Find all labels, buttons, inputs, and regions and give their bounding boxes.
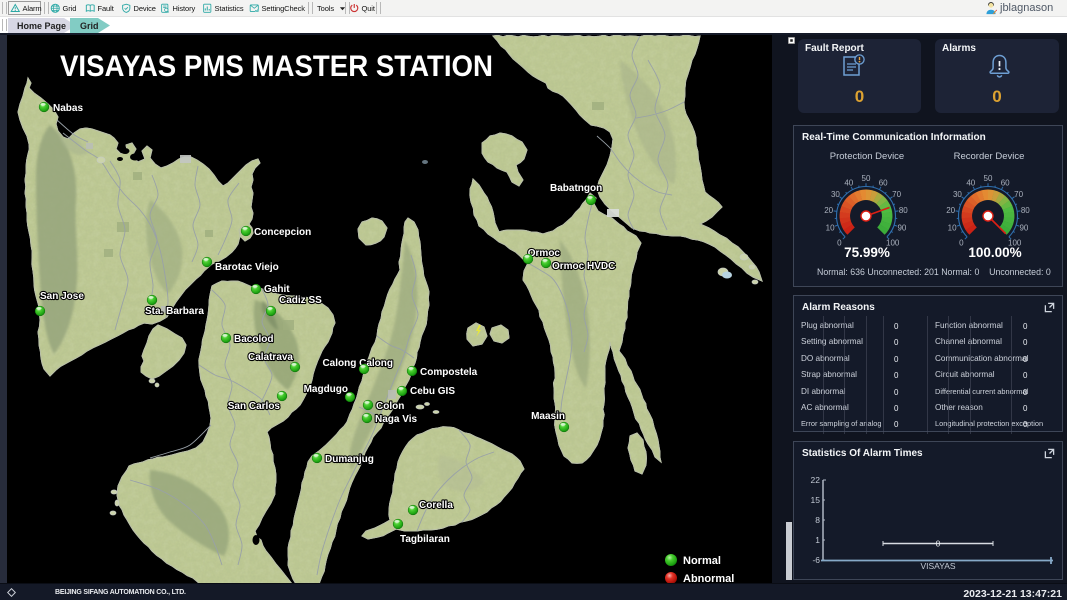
svg-text:20: 20 [824,206,833,215]
svg-text:40: 40 [844,178,853,187]
svg-text:22: 22 [811,475,821,485]
svg-text:Dumanjug: Dumanjug [325,454,374,465]
svg-text:Bacolod: Bacolod [234,334,273,345]
svg-text:Compostela: Compostela [420,367,478,378]
svg-text:Maasin: Maasin [531,411,565,422]
svg-text:70: 70 [892,190,901,199]
svg-text:90: 90 [1019,224,1028,233]
svg-text:Abnormal: Abnormal [683,573,734,583]
svg-text:8: 8 [815,515,820,525]
svg-text:0: 0 [936,539,941,549]
svg-text:Magdugo: Magdugo [304,384,348,395]
svg-text:Colon: Colon [376,401,404,412]
svg-text:Gahit: Gahit [264,284,290,295]
svg-text:Barotac Viejo: Barotac Viejo [215,262,279,273]
svg-text:10: 10 [948,224,957,233]
svg-text:Normal: Normal [683,555,721,567]
svg-text:Calatrava: Calatrava [248,352,293,363]
svg-text:Babatngon: Babatngon [550,183,602,194]
svg-text:-6: -6 [812,555,820,565]
svg-text:15: 15 [811,495,821,505]
svg-text:90: 90 [897,224,906,233]
svg-text:Concepcion: Concepcion [254,227,311,238]
svg-text:40: 40 [966,178,975,187]
svg-text:50: 50 [862,174,871,183]
svg-text:30: 30 [953,190,962,199]
svg-text:Nabas: Nabas [53,103,83,114]
svg-text:1: 1 [815,535,820,545]
svg-text:VISAYAS: VISAYAS [920,561,955,571]
svg-text:VISAYAS PMS MASTER STATION: VISAYAS PMS MASTER STATION [60,50,493,83]
svg-text:10: 10 [826,224,835,233]
svg-text:30: 30 [831,190,840,199]
svg-text:80: 80 [1021,206,1030,215]
svg-text:San Carlos: San Carlos [228,401,281,412]
svg-text:Calong Calong: Calong Calong [322,358,393,369]
svg-text:Tagbilaran: Tagbilaran [400,534,450,545]
svg-text:Cebu GIS: Cebu GIS [410,386,455,397]
svg-text:50: 50 [984,174,993,183]
svg-text:Ormoc HVDC: Ormoc HVDC [552,261,615,272]
svg-text:80: 80 [899,206,908,215]
svg-text:Naga Vis: Naga Vis [375,414,417,425]
svg-text:60: 60 [1001,178,1010,187]
svg-text:Corella: Corella [419,500,453,511]
svg-text:20: 20 [946,206,955,215]
svg-text:60: 60 [879,178,888,187]
svg-text:Sta. Barbara: Sta. Barbara [145,306,204,317]
svg-text:San Jose: San Jose [40,291,84,302]
svg-text:Cadiz SS: Cadiz SS [279,295,322,306]
svg-text:70: 70 [1014,190,1023,199]
